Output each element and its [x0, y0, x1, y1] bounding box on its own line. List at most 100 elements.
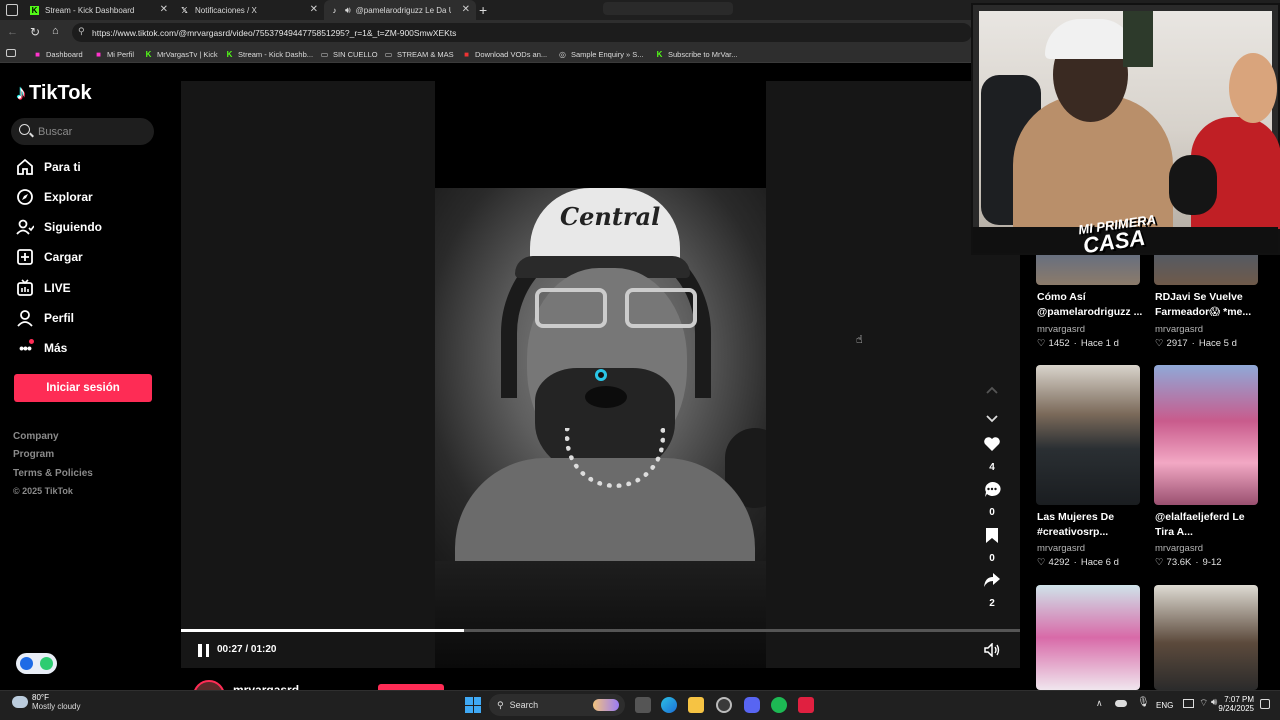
speaker-icon[interactable]: 🔊︎ [345, 5, 351, 16]
spotify-icon[interactable] [771, 697, 787, 713]
streaming-app-icon[interactable] [798, 697, 814, 713]
language-indicator[interactable]: ENG [1156, 701, 1173, 710]
clock-date: 9/24/2025 [1218, 704, 1254, 713]
onedrive-icon[interactable] [1115, 700, 1127, 707]
search-input[interactable]: Buscar [11, 118, 154, 145]
webcam-head-2 [1229, 53, 1277, 123]
bookmark-download-vods[interactable]: ■ Download VODs an... [462, 45, 547, 63]
save-count: 0 [989, 553, 995, 564]
tiktok-note-icon: ♪ [16, 82, 26, 104]
copyright: © 2025 TikTok [13, 486, 73, 496]
rec-title[interactable]: RDJavi Se Vuelve Farmeador😱 *me... [1155, 290, 1265, 320]
bookmark-panel-icon[interactable] [6, 49, 16, 57]
footer-link-program[interactable]: Program [13, 449, 54, 460]
speaker-tray-icon[interactable]: 🔊︎ [1211, 697, 1217, 708]
following-icon [16, 218, 34, 236]
taskbar-search-box[interactable]: ⚲ Search [489, 694, 625, 716]
bookmark-mrvargastv-kick[interactable]: K MrVargasTv | Kick [144, 45, 218, 63]
close-tab-icon[interactable]: ✕ [462, 4, 470, 15]
rec-title[interactable]: @elalfaeljeferd Le Tira A... [1155, 510, 1265, 540]
comment-icon[interactable] [983, 481, 1001, 503]
notifications-icon[interactable] [1260, 699, 1270, 709]
bookmark-mi-perfil[interactable]: ■ Mi Perfil [94, 45, 134, 63]
rec-meta: ♡ 73.6K · 9-12 [1155, 557, 1222, 568]
bookmark-stream-kick-dashboard[interactable]: K Stream - Kick Dashb... [225, 45, 313, 63]
clock-time: 7:07 PM [1224, 695, 1254, 704]
glasses [535, 288, 700, 328]
clock[interactable]: 7:07 PM 9/24/2025 [1218, 695, 1254, 713]
prev-video-icon[interactable] [986, 381, 998, 399]
file-explorer-icon[interactable] [688, 697, 704, 713]
tab-x-notifications[interactable]: 𝕏 Notificaciones / X ✕ [174, 0, 324, 20]
rec-title[interactable]: Cómo Así @pamelarodriguzz ... [1037, 290, 1147, 320]
volume-icon[interactable] [984, 642, 1000, 662]
task-view-icon[interactable] [635, 697, 651, 713]
rec-thumbnail[interactable] [1036, 365, 1140, 505]
site-info-icon[interactable]: ⚲ [78, 26, 85, 37]
profile-icon [16, 309, 34, 327]
close-tab-icon[interactable]: ✕ [310, 4, 318, 15]
weather-temp: 80°F [32, 693, 49, 702]
app-promo-toggle[interactable] [16, 653, 57, 674]
rec-thumbnail[interactable] [1036, 585, 1140, 690]
tiktok-logo[interactable]: ♪ TikTok [16, 82, 92, 105]
heart-outline-icon: ♡ [1037, 338, 1046, 349]
url-field[interactable]: ⚲ https://www.tiktok.com/@mrvargasrd/vid… [72, 23, 972, 42]
rec-thumbnail[interactable] [1154, 585, 1258, 690]
like-icon[interactable] [983, 436, 1001, 457]
bookmark-save-icon[interactable] [985, 527, 999, 549]
rec-title[interactable]: Las Mujeres De #creativosrp... [1037, 510, 1147, 540]
search-icon: ⚲ [497, 699, 504, 710]
bookmark-folder-stream-mas[interactable]: ▭ STREAM & MAS [384, 45, 454, 63]
nav-item-explorar[interactable]: Explorar [16, 186, 93, 208]
weather-widget[interactable]: 80°F Mostly cloudy [12, 693, 80, 711]
share-icon[interactable] [983, 572, 1001, 593]
close-tab-icon[interactable]: ✕ [160, 4, 168, 15]
bookmark-dashboard[interactable]: ■ Dashboard [33, 45, 83, 63]
login-button[interactable]: Iniciar sesión [14, 374, 152, 402]
back-icon[interactable]: ← [7, 26, 18, 38]
bookmark-folder-sin-cuello[interactable]: ▭ SIN CUELLO [320, 45, 378, 63]
nav-item-cargar[interactable]: Cargar [16, 246, 83, 268]
start-button-icon[interactable] [465, 697, 481, 713]
tray-chevron-icon[interactable]: ∧ [1096, 698, 1103, 709]
bookmark-subscribe[interactable]: K Subscribe to MrVar... [655, 45, 738, 63]
footer-link-company[interactable]: Company [13, 431, 59, 442]
window-menu-icon[interactable] [6, 4, 18, 16]
rec-thumbnail[interactable] [1154, 365, 1258, 505]
progress-fill [181, 629, 465, 632]
pause-icon[interactable] [198, 644, 209, 657]
comment-count: 0 [989, 507, 995, 518]
network-icon[interactable]: ⌔ [1199, 697, 1208, 710]
nav-item-siguiendo[interactable]: Siguiendo [16, 216, 102, 238]
desktop-app-icon [19, 657, 33, 670]
edge-icon[interactable] [661, 697, 677, 713]
new-tab-button[interactable]: + [479, 2, 487, 18]
notification-dot [29, 339, 34, 344]
obs-icon[interactable] [716, 697, 732, 713]
video-blur-bottom [435, 561, 766, 668]
rec-author[interactable]: mrvargasrd [1155, 543, 1203, 554]
webcam-mic [1169, 155, 1217, 215]
power-icon [40, 657, 54, 670]
rec-author[interactable]: mrvargasrd [1037, 543, 1085, 554]
nav-item-para-ti[interactable]: Para ti [16, 156, 81, 178]
nav-item-mas[interactable]: ••• Más [16, 337, 67, 359]
next-video-icon[interactable] [986, 410, 998, 428]
nav-item-perfil[interactable]: Perfil [16, 307, 74, 329]
bookmark-sample-enquiry[interactable]: ◎ Sample Enquiry » S... [558, 45, 644, 63]
nav-item-live[interactable]: LIVE [16, 277, 71, 299]
reload-icon[interactable]: ↻ [30, 25, 40, 39]
tab-tiktok-video[interactable]: ♪ 🔊︎ @pamelarodriguzz Le Da Un ✕ [324, 0, 476, 20]
x-logo-icon: 𝕏 [181, 5, 188, 15]
home-button-icon[interactable]: ⌂ [52, 25, 59, 37]
discord-icon[interactable] [744, 697, 760, 713]
rec-author[interactable]: mrvargasrd [1037, 324, 1085, 335]
rec-author[interactable]: mrvargasrd [1155, 324, 1203, 335]
display-icon[interactable] [1183, 699, 1194, 708]
tab-kick-dashboard[interactable]: K Stream - Kick Dashboard ✕ [24, 0, 174, 20]
microphone-icon[interactable]: 🎙︎ [1137, 697, 1150, 708]
tab-title: Notificaciones / X [195, 5, 257, 15]
kick-icon: K [145, 49, 152, 59]
footer-link-terms[interactable]: Terms & Policies [13, 468, 93, 479]
